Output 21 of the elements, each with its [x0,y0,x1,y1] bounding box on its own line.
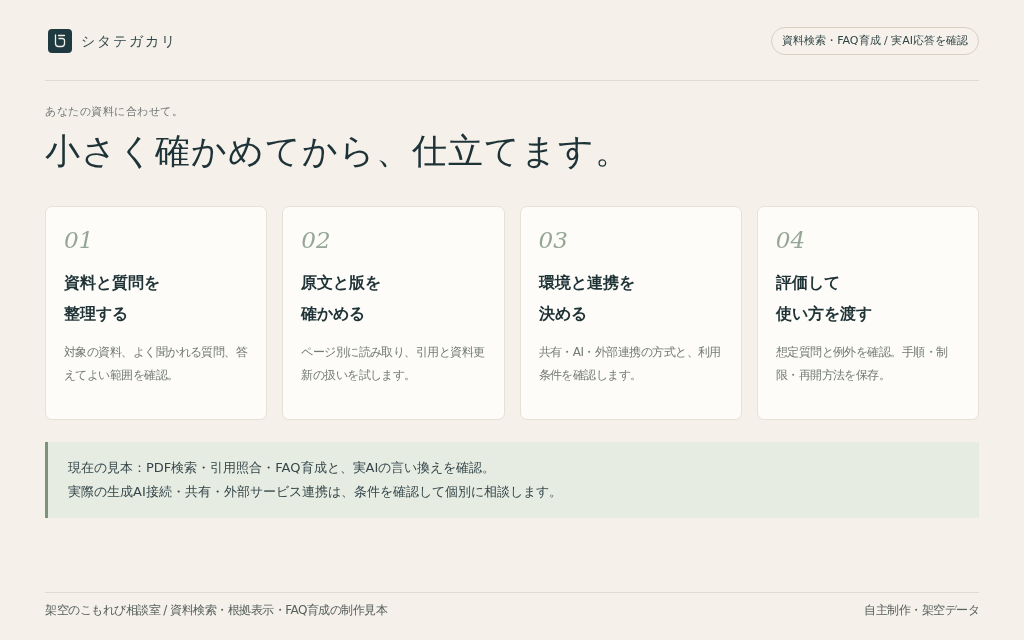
step-title: 環境と連携を 決める [538,272,635,325]
step-number: 02 [301,227,331,255]
step-description: ページ別に読み取り、引用と資料更新の扱いを試します。 [301,344,486,384]
note-text: 現在の見本：PDF検索・引用照合・FAQ育成と、実AIの言い換えを確認。 [68,459,496,477]
hero-heading: 小さく確かめてから、仕立てます。 [45,130,631,172]
logo-icon [48,29,72,53]
step-number: 03 [538,227,568,255]
footer-note: 自主制作・架空データ [864,603,979,619]
step-title: 原文と版を 確かめる [301,272,382,325]
step-description: 想定質問と例外を確認。手順・制限・再開方法を保存。 [775,344,949,384]
step-description: 対象の資料、よく聞かれる質問、答えてよい範囲を確認。 [64,344,249,384]
scope-tag: 資料検索・FAQ育成 / 実AI応答を確認 [771,26,979,56]
step-title: 評価して 使い方を渡す [775,272,872,325]
brand-name: シタテガカリ [81,31,177,51]
step-title: 資料と質問を 整理する [64,272,160,325]
step-number: 01 [64,227,94,255]
hero-eyebrow: あなたの資料に合わせて。 [45,104,183,120]
step-description: 共有・AI・外部連携の方式と、利用条件を確認します。 [538,344,722,384]
footer-credit: 架空のこもれび相談室 / 資料検索・根拠表示・FAQ育成の制作見本 [45,603,388,619]
step-number: 04 [775,227,806,255]
note-text: 実際の生成AI接続・共有・外部サービス連携は、条件を確認して個別に相談します。 [68,483,562,501]
